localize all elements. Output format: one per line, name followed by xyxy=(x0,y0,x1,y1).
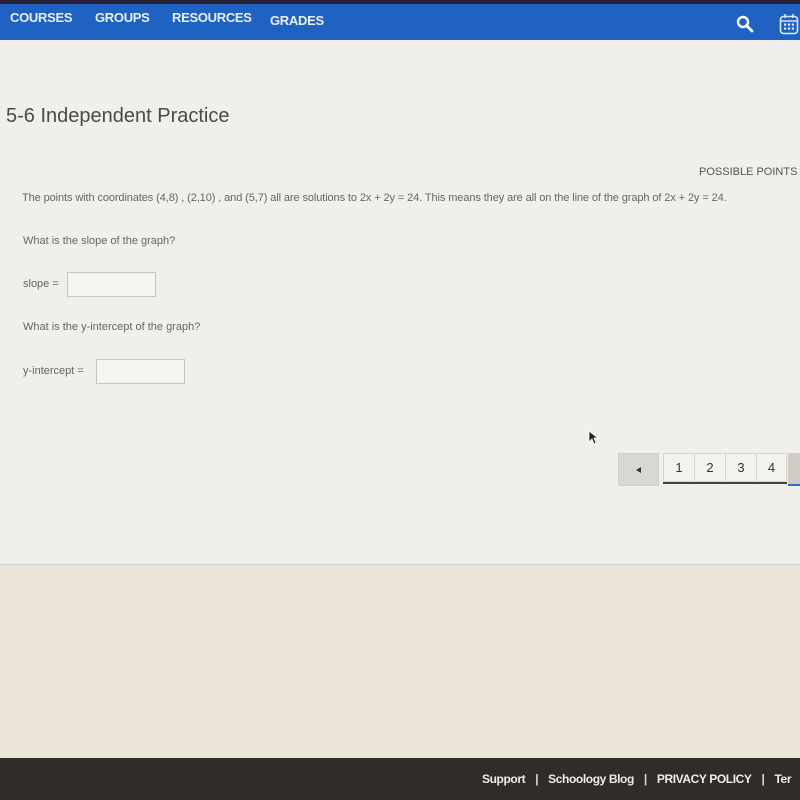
slope-label: slope = xyxy=(23,278,59,290)
page-4-button[interactable]: 4 xyxy=(756,453,787,482)
nav-grades[interactable]: GRADES xyxy=(270,13,324,28)
search-icon[interactable] xyxy=(736,15,754,33)
footer-links: Support | Schoology Blog | PRIVACY POLIC… xyxy=(482,772,791,786)
footer-blog-link[interactable]: Schoology Blog xyxy=(548,772,634,786)
y-intercept-question: What is the y-intercept of the graph? xyxy=(23,321,201,333)
slope-question: What is the slope of the graph? xyxy=(23,235,176,247)
mouse-cursor-icon xyxy=(588,430,600,445)
y-intercept-input[interactable] xyxy=(96,359,185,384)
question-prompt: The points with coordinates (4,8) , (2,1… xyxy=(22,192,727,204)
previous-page-button[interactable] xyxy=(618,453,659,486)
next-page-button[interactable] xyxy=(788,453,800,486)
footer-terms-link[interactable]: Ter xyxy=(775,772,792,786)
page-number-list: 1 2 3 4 xyxy=(663,453,787,484)
y-intercept-label: y-intercept = xyxy=(23,365,84,377)
assessment-page: 5-6 Independent Practice POSSIBLE POINTS… xyxy=(0,40,800,564)
possible-points-label: POSSIBLE POINTS xyxy=(699,166,798,178)
page-title: 5-6 Independent Practice xyxy=(6,105,230,127)
footer-privacy-link[interactable]: PRIVACY POLICY xyxy=(657,772,752,786)
footer: Support | Schoology Blog | PRIVACY POLIC… xyxy=(0,758,800,800)
triangle-left-icon xyxy=(635,466,641,473)
nav-resources[interactable]: RESOURCES xyxy=(172,10,252,25)
nav-groups[interactable]: GROUPS xyxy=(95,10,150,25)
top-navigation-bar: COURSES GROUPS RESOURCES GRADES xyxy=(0,4,800,40)
page-1-button[interactable]: 1 xyxy=(663,453,694,482)
footer-separator: | xyxy=(535,772,539,786)
slope-input[interactable] xyxy=(67,272,156,297)
page-lower-area xyxy=(0,564,800,758)
footer-separator: | xyxy=(761,772,765,786)
footer-support-link[interactable]: Support xyxy=(482,772,526,786)
page-3-button[interactable]: 3 xyxy=(725,453,756,482)
nav-courses[interactable]: COURSES xyxy=(10,10,73,25)
footer-separator: | xyxy=(643,772,647,786)
calendar-icon[interactable] xyxy=(779,13,799,35)
page-2-button[interactable]: 2 xyxy=(694,453,725,482)
